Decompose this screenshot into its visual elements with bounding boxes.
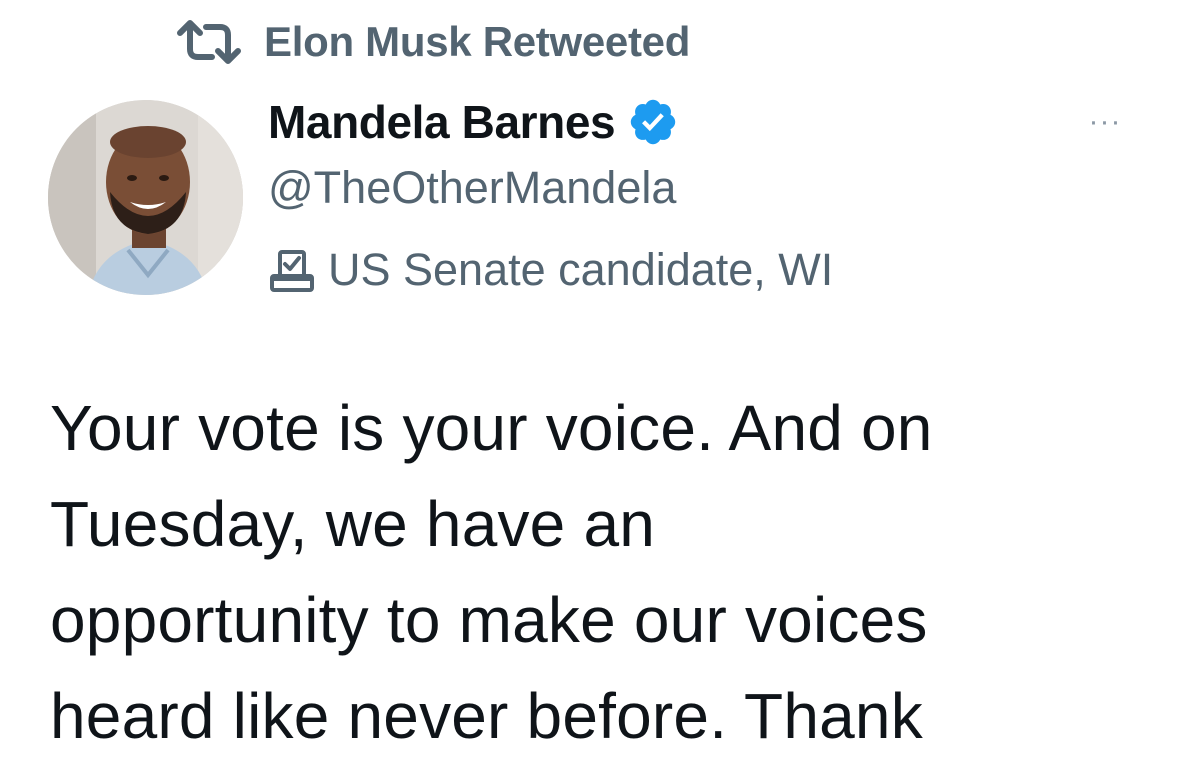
- retweet-icon: [177, 20, 241, 64]
- author-display-name[interactable]: Mandela Barnes: [268, 95, 616, 149]
- retweet-indicator[interactable]: Elon Musk Retweeted: [176, 14, 690, 70]
- avatar-photo: [48, 100, 243, 295]
- tweet-text-line: opportunity to make our voices: [50, 584, 928, 656]
- retweeted-by-label: Elon Musk Retweeted: [264, 18, 691, 65]
- verified-badge-icon: [630, 99, 676, 145]
- author-bio: US Senate candidate, WI: [328, 244, 834, 295]
- tweet-body: Your vote is your voice. And on Tuesday,…: [50, 380, 1160, 764]
- author-name-row[interactable]: Mandela Barnes: [268, 92, 679, 152]
- tweet-text-line: Your vote is your voice. And on: [50, 392, 933, 464]
- more-options-icon: ···: [1088, 105, 1122, 138]
- author-bio-row: US Senate candidate, WI: [266, 240, 833, 300]
- ballot-box-icon: [270, 250, 314, 292]
- more-options-button[interactable]: ···: [1080, 104, 1130, 140]
- author-handle[interactable]: @TheOtherMandela: [268, 162, 676, 214]
- avatar[interactable]: [48, 100, 243, 295]
- tweet-text-line: heard like never before. Thank: [50, 680, 923, 752]
- tweet-text-line: Tuesday, we have an: [50, 488, 656, 560]
